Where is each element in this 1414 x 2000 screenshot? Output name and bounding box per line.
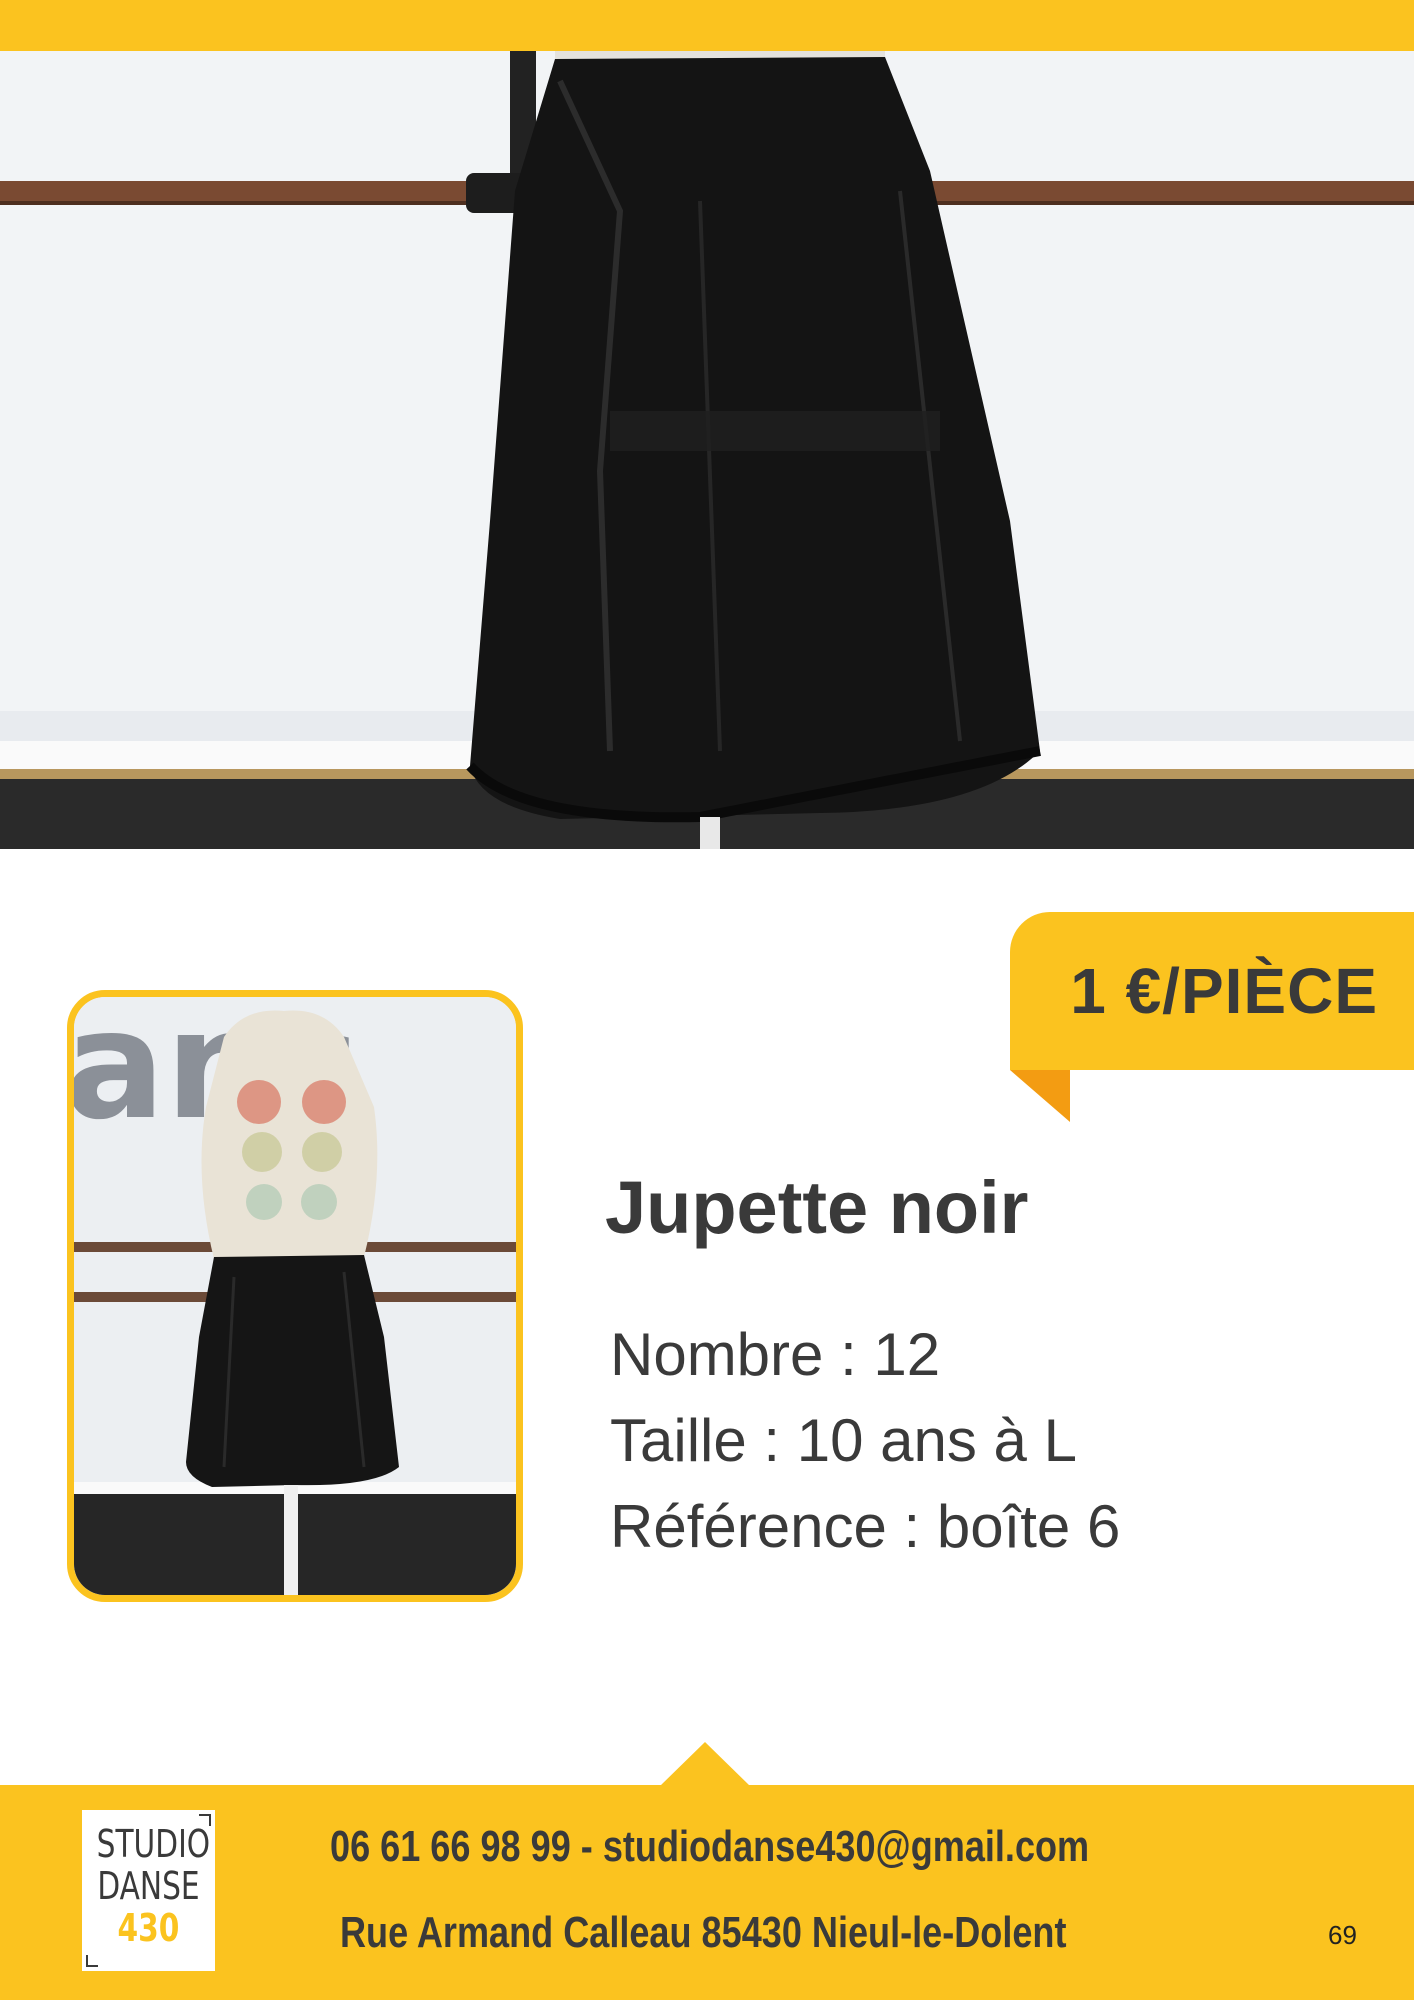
hero-product-photo — [0, 51, 1414, 849]
logo-corner-bottom-left — [86, 1955, 98, 1967]
top-accent-bar — [0, 0, 1414, 51]
product-size: Taille : 10 ans à L — [610, 1407, 1077, 1474]
page-number: 69 — [1328, 1920, 1357, 1950]
price-tag-fold — [1010, 1070, 1070, 1122]
footer-notch — [660, 1742, 750, 1786]
product-title: Jupette noir — [605, 1166, 1029, 1249]
price-label: 1 €/PIÈCE — [1070, 955, 1378, 1027]
logo-line-number: 430 — [117, 1906, 180, 1950]
logo-line-danse: DANSE — [97, 1864, 200, 1908]
product-reference: Référence : boîte 6 — [610, 1493, 1121, 1560]
address: Rue Armand Calleau 85430 Nieul-le-Dolent — [340, 1908, 1067, 1957]
price-tag: 1 €/PIÈCE — [1010, 912, 1414, 1070]
product-count: Nombre : 12 — [610, 1321, 941, 1388]
contact-info[interactable]: 06 61 66 98 99 - studiodanse430@gmail.co… — [330, 1822, 1089, 1872]
studio-logo: STUDIO DANSE 430 — [82, 1810, 215, 1971]
thumbnail-product-photo: ans — [67, 990, 523, 1602]
logo-line-studio: STUDIO — [96, 1822, 211, 1866]
product-details: Nombre : 12 Taille : 10 ans à L Référenc… — [610, 1312, 1120, 1570]
